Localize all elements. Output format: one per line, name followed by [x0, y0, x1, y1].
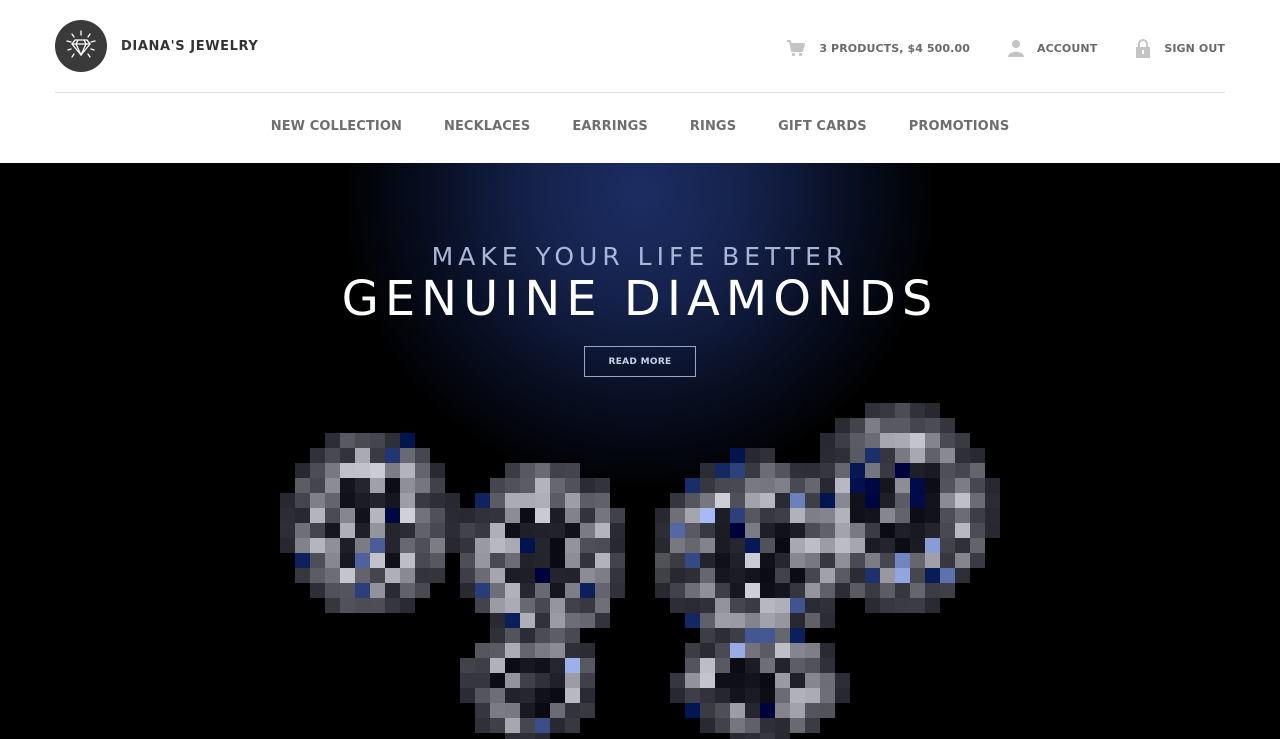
- hero-banner: MAKE YOUR LIFE BETTER GENUINE DIAMONDS R…: [0, 163, 1280, 739]
- nav-item-new-collection[interactable]: NEW COLLECTION: [271, 119, 402, 134]
- site-logo[interactable]: DIANA'S JEWELRY: [55, 20, 258, 72]
- nav-item-earrings[interactable]: EARRINGS: [572, 119, 648, 134]
- nav-item-necklaces[interactable]: NECKLACES: [444, 119, 530, 134]
- diamond-icon: [55, 20, 107, 72]
- nav-item-rings[interactable]: RINGS: [690, 119, 736, 134]
- user-icon: [1007, 39, 1024, 57]
- account-label: ACCOUNT: [1036, 41, 1098, 55]
- sign-out-label: SIGN OUT: [1164, 41, 1225, 55]
- lock-icon: [1135, 38, 1151, 58]
- hero-subtitle: MAKE YOUR LIFE BETTER: [431, 242, 849, 271]
- read-more-button[interactable]: READ MORE: [584, 346, 696, 377]
- nav-item-promotions[interactable]: PROMOTIONS: [909, 119, 1010, 134]
- sign-out-link[interactable]: SIGN OUT: [1135, 38, 1225, 58]
- account-link[interactable]: ACCOUNT: [1007, 39, 1098, 57]
- nav-item-gift-cards[interactable]: GIFT CARDS: [778, 119, 867, 134]
- cart-summary: 3 PRODUCTS, $4 500.00: [819, 41, 970, 55]
- cart-link[interactable]: 3 PRODUCTS, $4 500.00: [786, 39, 970, 57]
- hero-title: GENUINE DIAMONDS: [341, 271, 939, 327]
- header-divider: [55, 92, 1225, 93]
- brand-name[interactable]: DIANA'S JEWELRY: [121, 39, 258, 54]
- site-header: DIANA'S JEWELRY 3 PRODUCTS, $4 500.00 AC…: [0, 0, 1280, 163]
- cart-icon: [786, 39, 806, 57]
- main-nav: NEW COLLECTION NECKLACES EARRINGS RINGS …: [0, 119, 1280, 134]
- top-links: 3 PRODUCTS, $4 500.00 ACCOUNT SIGN OUT: [748, 37, 1225, 59]
